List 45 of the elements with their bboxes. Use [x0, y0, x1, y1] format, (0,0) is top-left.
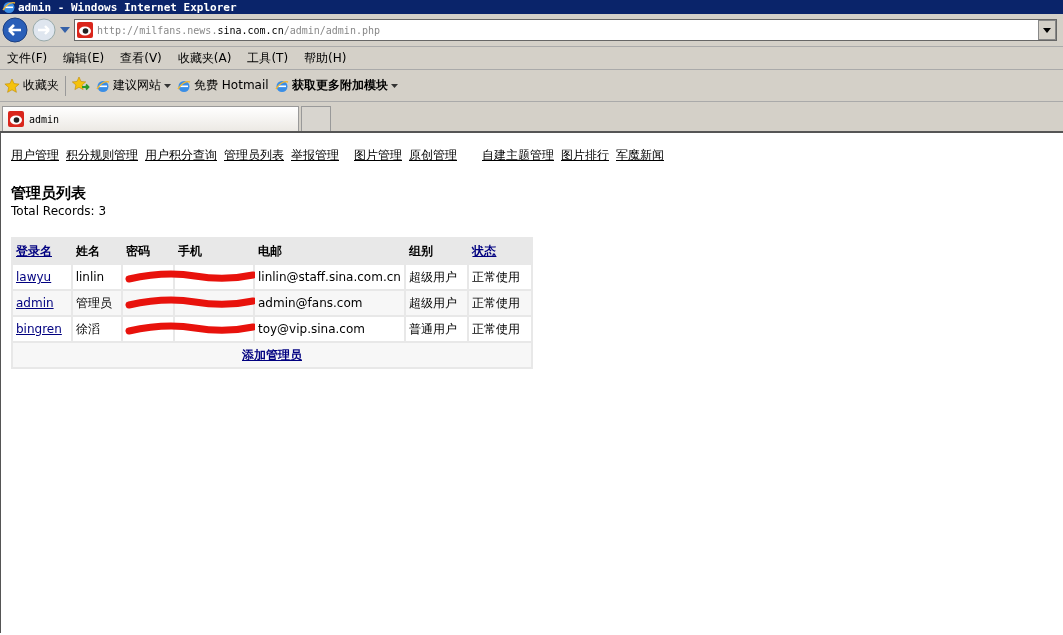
ie-logo-icon: [2, 0, 16, 14]
ie-page-icon: [96, 78, 110, 93]
nav-link[interactable]: 用户积分查询: [145, 147, 217, 164]
table-cell: admin@fans.com: [253, 290, 405, 316]
star-icon: [4, 77, 20, 94]
window-title: admin - Windows Internet Explorer: [18, 0, 237, 14]
nav-link[interactable]: 自建主题管理: [482, 147, 554, 164]
back-icon[interactable]: [2, 17, 28, 43]
nav-link[interactable]: 用户管理: [11, 147, 59, 164]
menu-item[interactable]: 查看(V): [119, 49, 163, 67]
ie-page-icon: [177, 78, 191, 93]
add-admin-link[interactable]: 添加管理员: [242, 347, 302, 362]
caret-icon: [164, 83, 171, 88]
favorites-button[interactable]: 收藏夹: [4, 77, 59, 94]
caret-icon: [390, 83, 398, 88]
menu-item[interactable]: 编辑(E): [62, 49, 106, 67]
nav-link[interactable]: 军魔新闻: [616, 147, 664, 164]
total-records-text: Total Records: 3: [11, 204, 108, 218]
ie-page-icon: [274, 78, 289, 93]
favorites-link[interactable]: 获取更多附加模块: [274, 77, 398, 94]
menu-item[interactable]: 收藏夹(A): [176, 49, 233, 67]
eye-logo-icon: [77, 22, 93, 38]
nav-link[interactable]: 举报管理: [291, 147, 339, 164]
nav-link[interactable]: 管理员列表: [224, 147, 284, 164]
eye-logo-icon: [8, 111, 24, 127]
nav-link[interactable]: 图片排行: [561, 147, 609, 164]
menu-item[interactable]: 工具(T): [246, 49, 290, 67]
table-cell: linlin@staff.sina.com.cn: [253, 264, 405, 290]
nav-link[interactable]: 积分规则管理: [66, 147, 138, 164]
favorites-link[interactable]: 建议网站: [96, 77, 171, 94]
page-heading: 管理员列表: [11, 184, 87, 203]
dropdown-arrow-icon[interactable]: [60, 27, 70, 33]
menu-item[interactable]: 文件(F): [6, 49, 49, 67]
browser-tab[interactable]: admin: [2, 106, 299, 131]
nav-link[interactable]: 原创管理: [409, 147, 463, 164]
nav-link[interactable]: 图片管理: [354, 147, 402, 164]
column-header: 电邮: [253, 238, 405, 264]
address-field[interactable]: http://milfans.news.sina.com.cn/admin/admin.php: [74, 19, 1057, 41]
menu-item[interactable]: 帮助(H): [303, 49, 348, 67]
table-cell: toy@vip.sina.com: [253, 316, 405, 342]
address-dropdown-button[interactable]: [1038, 20, 1056, 40]
add-favorite-icon[interactable]: [72, 76, 90, 92]
url-text: http://milfans.news.sina.com.cn/admin/admin.php: [97, 24, 380, 36]
favorites-link[interactable]: 免费 Hotmail: [177, 77, 269, 94]
caret-icon: [1043, 27, 1051, 33]
